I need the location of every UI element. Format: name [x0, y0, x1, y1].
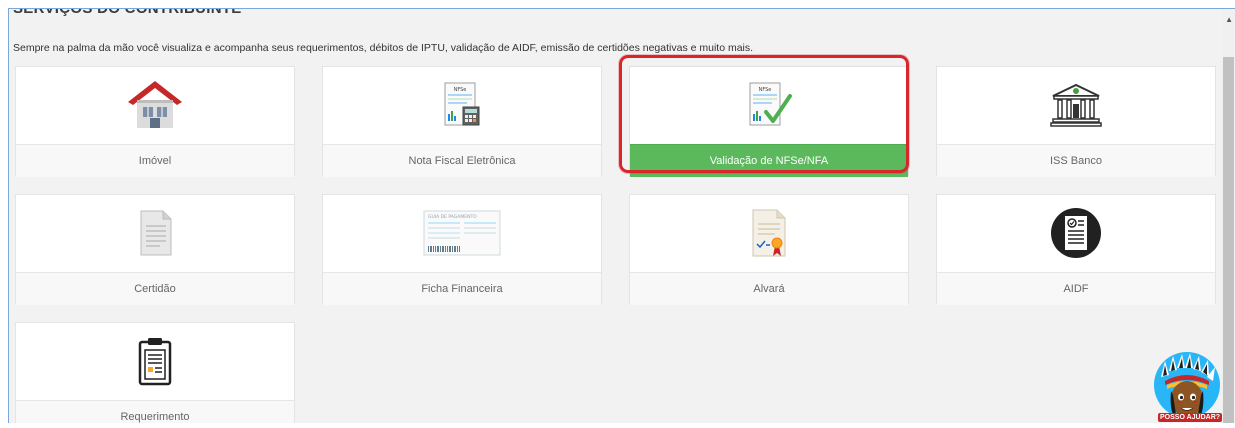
- house-icon: [128, 81, 182, 128]
- vertical-scrollbar[interactable]: ▲: [1222, 9, 1235, 423]
- card-label: Ficha Financeira: [323, 272, 601, 305]
- card-label: Imóvel: [16, 144, 294, 177]
- nfse-text: NFSe: [759, 87, 772, 93]
- page-title: SERVIÇOS DO CONTRIBUINTE: [13, 8, 242, 17]
- card-label: ISS Banco: [937, 144, 1215, 177]
- service-card-alvara[interactable]: Alvará: [629, 194, 909, 305]
- nfse-text: NFSe: [454, 87, 467, 93]
- slip-title-text: GUIA DE PAGAMENTO: [428, 214, 477, 220]
- card-label: Requerimento: [16, 400, 294, 423]
- clipboard-icon: [138, 338, 172, 386]
- service-card-validacao-nfse[interactable]: NFSe Validação de NFSe/NFA: [629, 66, 909, 177]
- nfse-check-icon: NFSe: [749, 82, 792, 126]
- services-panel: SERVIÇOS DO CONTRIBUINTE Sempre na palma…: [8, 8, 1235, 423]
- service-card-nota-fiscal[interactable]: NFSe Nota Fiscal Eletrônica: [322, 66, 602, 177]
- help-label[interactable]: POSSO AJUDAR?: [1158, 413, 1223, 422]
- payment-slip-icon: GUIA DE PAGAMENTO: [423, 210, 501, 256]
- scroll-thumb[interactable]: [1223, 57, 1234, 423]
- bank-icon: [1050, 83, 1102, 127]
- nfse-calculator-icon: NFSe: [444, 82, 480, 126]
- service-card-ficha-financeira[interactable]: GUIA DE PAGAMENTO Ficha Financeira: [322, 194, 602, 305]
- service-card-aidf[interactable]: AIDF: [936, 194, 1216, 305]
- intro-text: Sempre na palma da mão você visualiza e …: [13, 42, 754, 54]
- scroll-up-icon[interactable]: ▲: [1225, 15, 1233, 24]
- document-icon: [140, 210, 172, 256]
- service-card-iss-banco[interactable]: ISS Banco: [936, 66, 1216, 177]
- card-label: Alvará: [630, 272, 908, 305]
- card-label: Validação de NFSe/NFA: [630, 144, 908, 177]
- card-label: Certidão: [16, 272, 294, 305]
- service-card-imovel[interactable]: Imóvel: [15, 66, 295, 177]
- certificate-icon: [1051, 208, 1101, 258]
- service-card-certidao[interactable]: Certidão: [15, 194, 295, 305]
- service-card-requerimento[interactable]: Requerimento: [15, 322, 295, 423]
- card-label: AIDF: [937, 272, 1215, 305]
- card-label: Nota Fiscal Eletrônica: [323, 144, 601, 177]
- license-icon: [752, 209, 786, 257]
